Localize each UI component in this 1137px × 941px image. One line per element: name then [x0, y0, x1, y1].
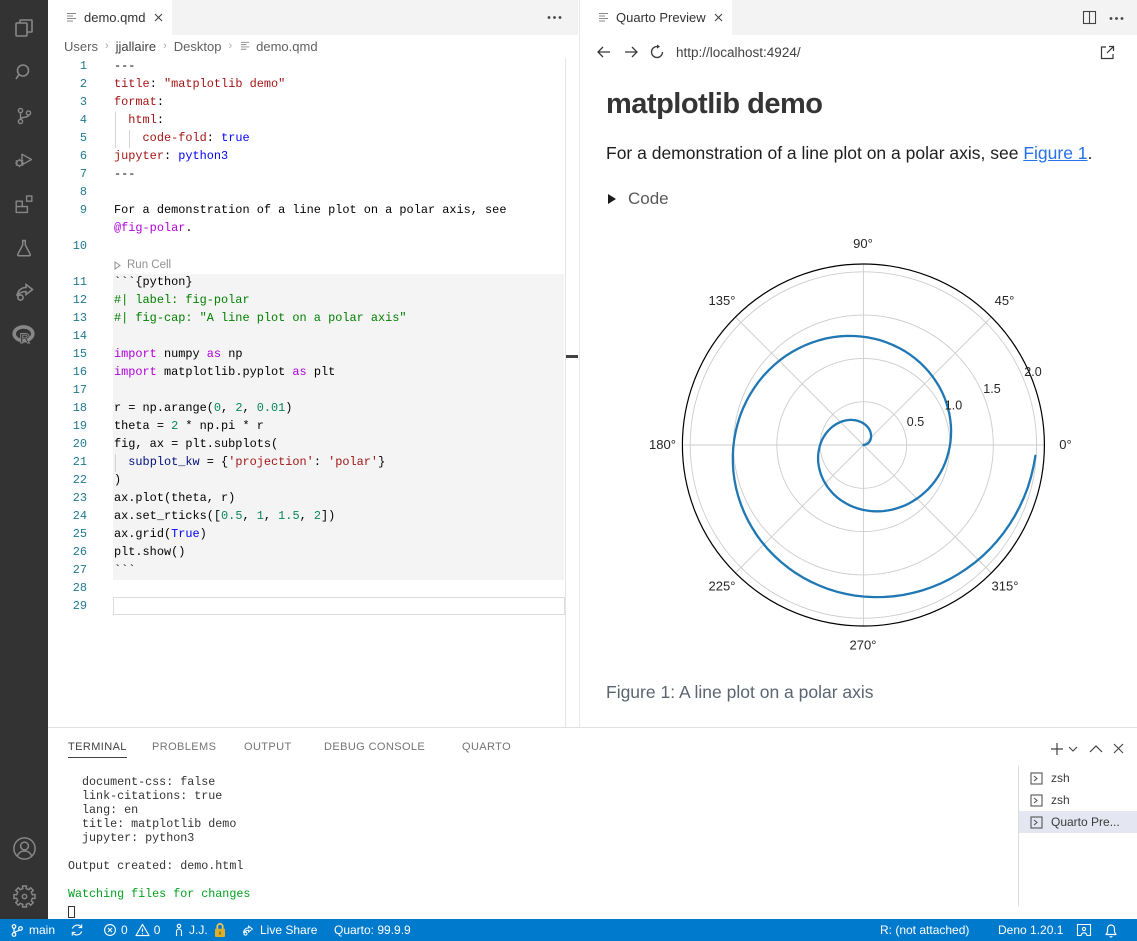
svg-text:270°: 270°	[850, 638, 877, 653]
svg-text:45°: 45°	[995, 293, 1015, 308]
svg-text:315°: 315°	[992, 579, 1019, 594]
svg-text:180°: 180°	[649, 437, 676, 452]
svg-text:R: R	[20, 330, 30, 346]
svg-text:135°: 135°	[709, 293, 736, 308]
svg-text:1.0: 1.0	[945, 399, 962, 413]
svg-text:2.0: 2.0	[1024, 365, 1041, 379]
svg-text:1.5: 1.5	[983, 382, 1000, 396]
svg-text:225°: 225°	[709, 579, 736, 594]
svg-text:90°: 90°	[853, 236, 873, 251]
svg-text:0.5: 0.5	[907, 415, 924, 429]
svg-text:0°: 0°	[1059, 437, 1071, 452]
